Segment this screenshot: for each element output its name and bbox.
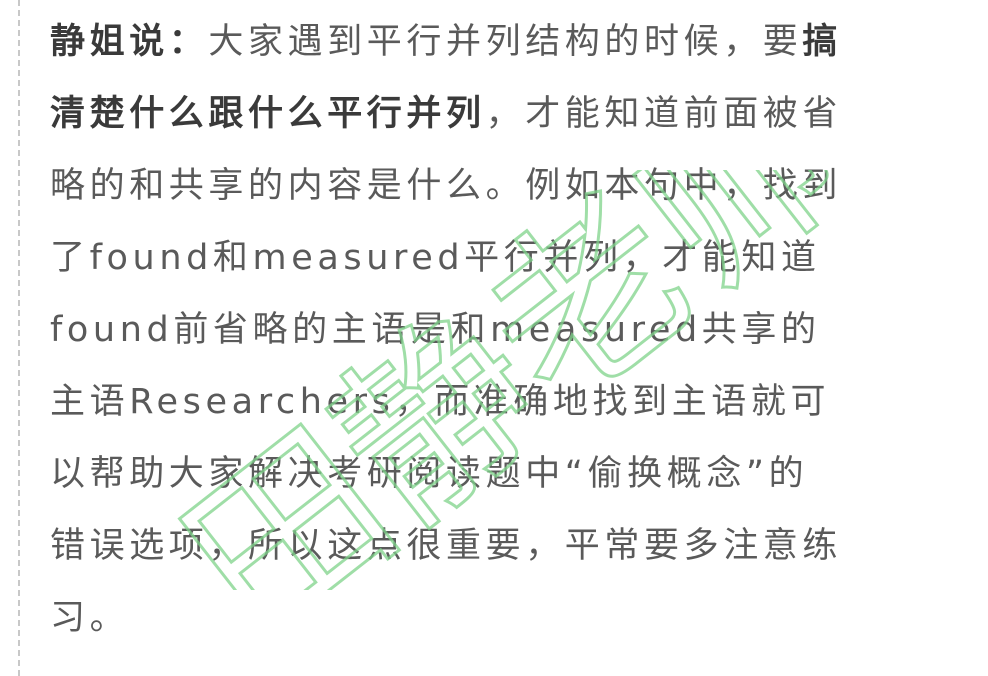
dashed-left-border xyxy=(18,0,20,676)
note-line-6: 主语Researchers，而准确地找到主语就可 xyxy=(50,382,831,422)
note-text-block: 静姐说：大家遇到平行并列结构的时候，要搞 清楚什么跟什么平行并列，才能知道前面被… xyxy=(50,6,975,654)
note-line-8: 错误选项，所以这点很重要，平常要多注意练 xyxy=(50,526,843,566)
note-label: 静姐说： xyxy=(50,22,209,62)
note-line-9: 习。 xyxy=(50,598,130,638)
note-line-1: 静姐说：大家遇到平行并列结构的时候，要搞 xyxy=(50,22,843,62)
note-line-2: 清楚什么跟什么平行并列，才能知道前面被省 xyxy=(50,94,843,134)
note-line-4: 了found和measured平行并列，才能知道 xyxy=(50,238,821,278)
note-line-7: 以帮助大家解决考研阅读题中“偷换概念”的 xyxy=(50,454,809,494)
note-line-5: found前省略的主语是和measured共享的 xyxy=(50,310,821,350)
note-line-3: 略的和共享的内容是什么。例如本句中，找到 xyxy=(50,166,843,206)
